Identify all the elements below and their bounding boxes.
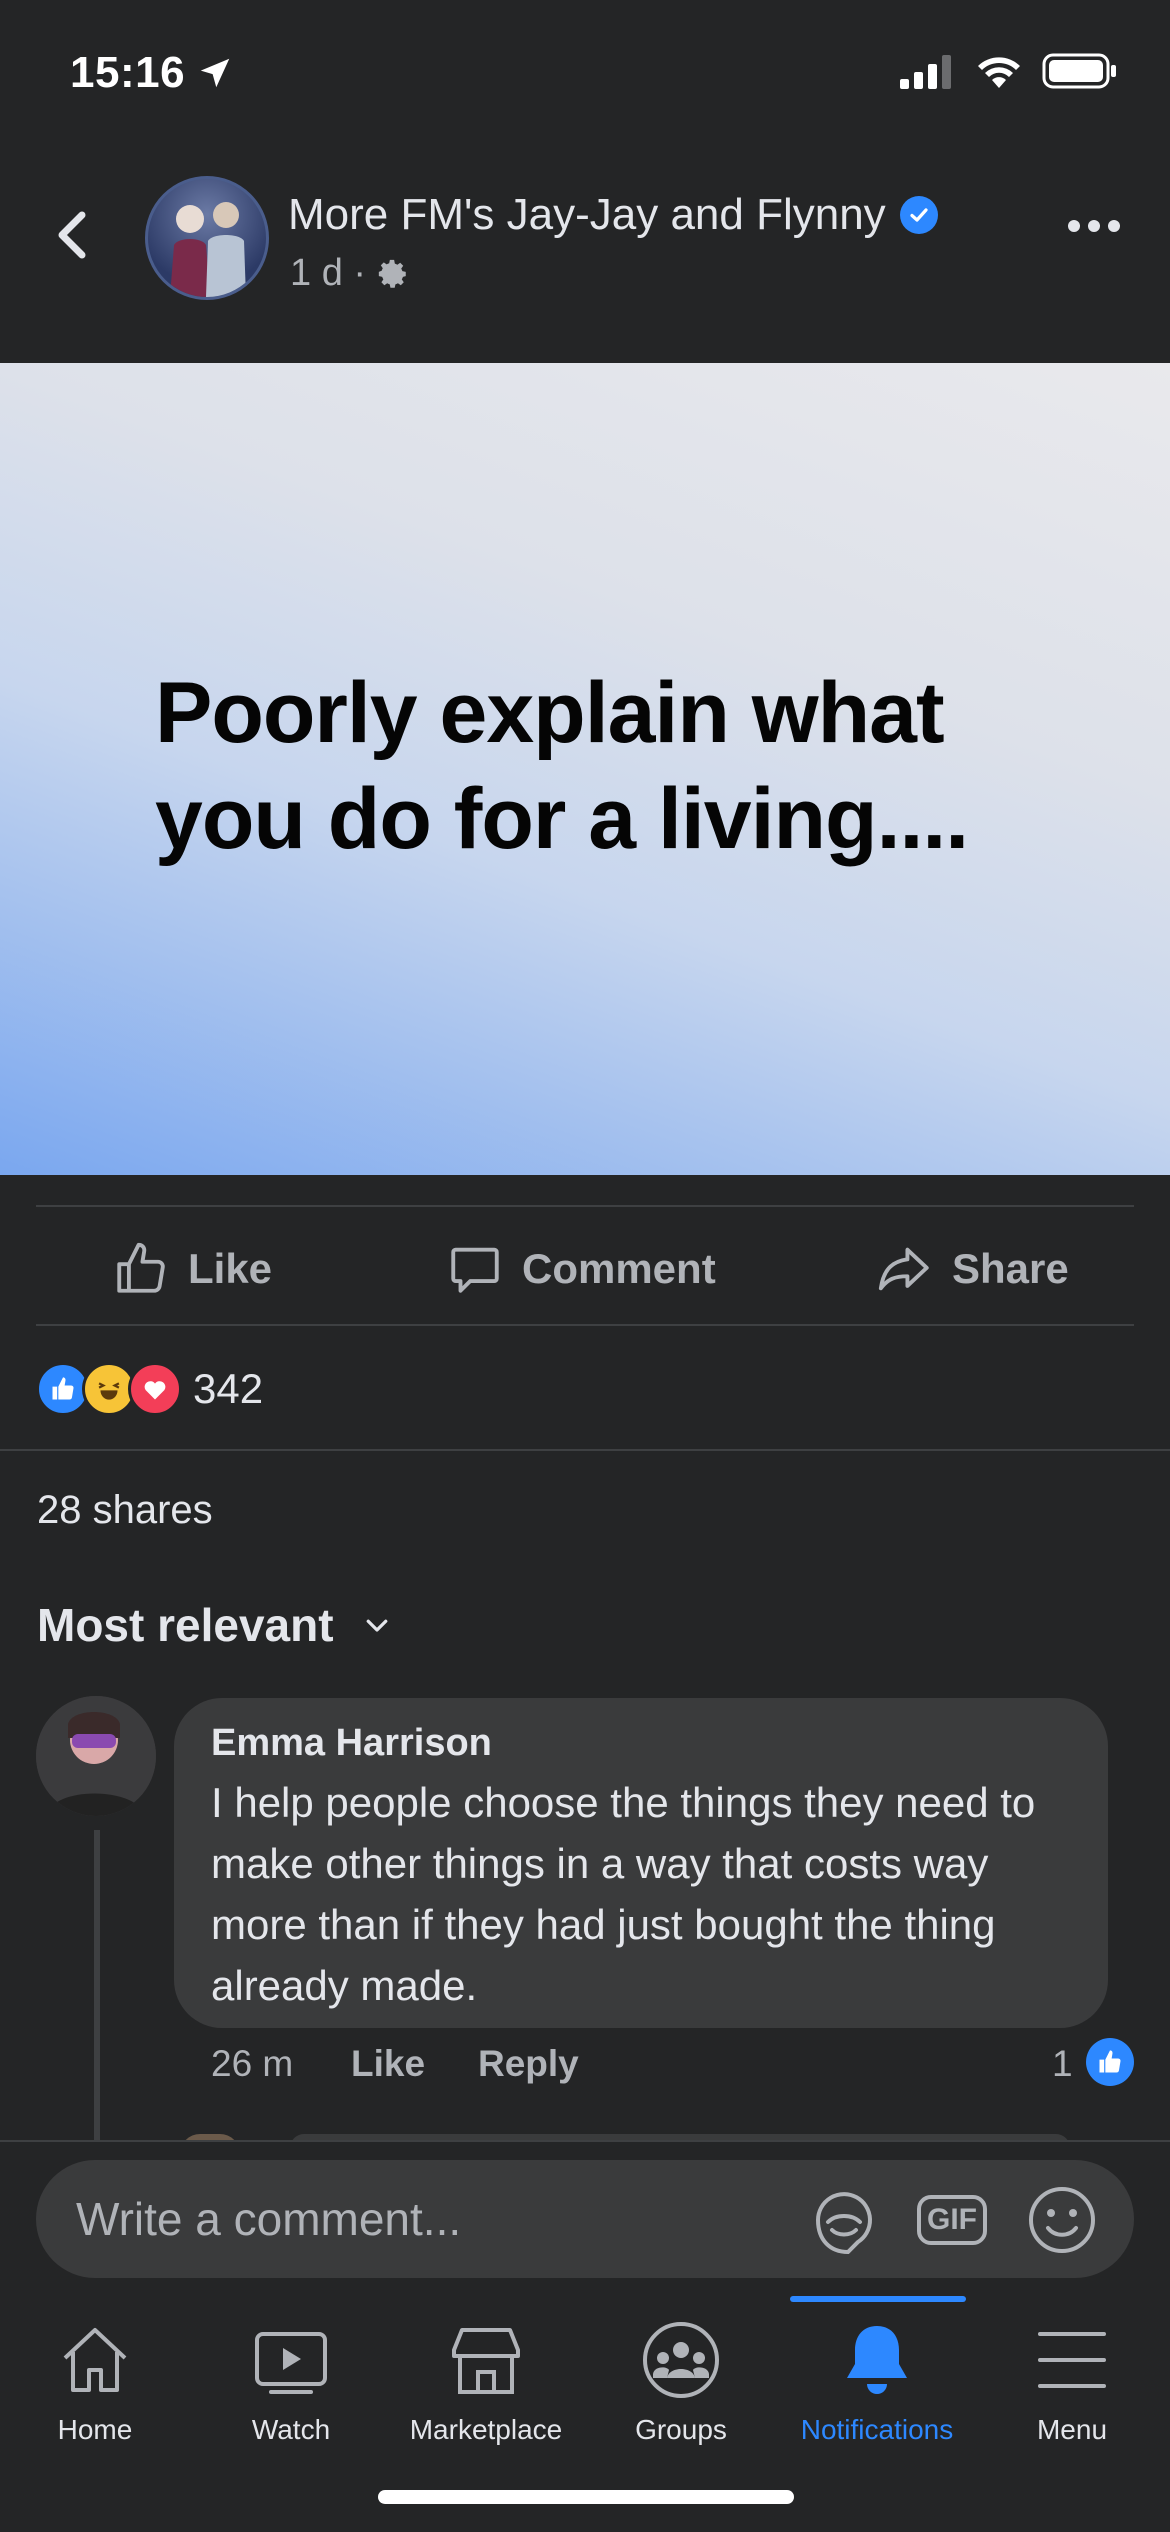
comment-text: I help people choose the things they nee… — [211, 1779, 1036, 2009]
tab-notifications[interactable]: Notifications — [777, 2320, 977, 2446]
wifi-icon — [978, 57, 1020, 88]
post-meta: 1 d · — [290, 252, 410, 295]
share-arrow-icon — [878, 1247, 929, 1291]
post-text: Poorly explain what you do for a living.… — [155, 665, 969, 867]
signal-icon — [900, 55, 951, 89]
groups-icon — [643, 2322, 719, 2398]
location-arrow-icon — [196, 54, 234, 97]
comment-like-button[interactable]: Like — [351, 2043, 425, 2085]
thread-line — [94, 1830, 100, 2142]
status-indicators — [900, 52, 1118, 90]
page-name-text[interactable]: More FM's Jay-Jay and Flynny — [288, 190, 886, 240]
emoji-icon[interactable] — [1024, 2182, 1100, 2258]
tab-home[interactable]: Home — [0, 2320, 195, 2446]
gear-icon — [378, 259, 406, 288]
tab-marketplace[interactable]: Marketplace — [386, 2320, 586, 2446]
page-title[interactable]: More FM's Jay-Jay and Flynny — [288, 190, 938, 240]
divider — [0, 1449, 1170, 1451]
tab-label: Home — [57, 2414, 133, 2445]
post-time: 1 d · — [290, 252, 367, 294]
reaction-count[interactable]: 342 — [193, 1365, 263, 1413]
gif-label: GIF — [917, 2195, 987, 2245]
gif-button[interactable]: GIF — [914, 2182, 990, 2258]
tab-watch[interactable]: Watch — [191, 2320, 391, 2446]
bell-icon — [847, 2326, 907, 2394]
page-avatar[interactable] — [145, 176, 269, 300]
comment-reply-button[interactable]: Reply — [478, 2043, 579, 2085]
comment-button[interactable]: Comment — [446, 1240, 716, 1298]
love-reaction-icon — [128, 1362, 182, 1416]
more-dot-icon — [1068, 220, 1080, 232]
back-button[interactable] — [48, 205, 98, 265]
comment-input[interactable] — [74, 2186, 778, 2252]
share-button[interactable]: Share — [876, 1240, 1069, 1298]
comment-bubble-icon — [451, 1247, 499, 1293]
status-time: 15:16 — [70, 48, 186, 97]
comment-time: 26 m — [211, 2043, 294, 2084]
active-tab-indicator — [790, 2296, 966, 2302]
like-button[interactable]: Like — [112, 1240, 272, 1298]
like-label: Like — [188, 1245, 273, 1292]
divider — [36, 1205, 1134, 1207]
comment-like-count: 1 — [1052, 2043, 1073, 2084]
chevron-left-icon — [58, 211, 86, 259]
thumbs-up-icon — [117, 1242, 165, 1293]
home-indicator — [378, 2490, 794, 2504]
verified-badge-icon — [899, 196, 938, 234]
sort-label: Most relevant — [37, 1599, 334, 1651]
more-options-button[interactable] — [1068, 220, 1120, 232]
tab-label: Notifications — [800, 2414, 954, 2445]
tab-groups[interactable]: Groups — [581, 2320, 781, 2446]
comment-label: Comment — [522, 1245, 716, 1292]
chevron-down-icon — [366, 1619, 387, 1632]
comment-author[interactable]: Emma Harrison — [211, 1722, 492, 1765]
tab-label: Menu — [1036, 2414, 1108, 2445]
shares-count[interactable]: 28 shares — [37, 1488, 213, 1533]
more-dot-icon — [1088, 220, 1100, 232]
divider — [36, 1324, 1134, 1326]
share-label: Share — [952, 1245, 1069, 1292]
comment-like-badge-icon — [1086, 2038, 1134, 2086]
tab-label: Groups — [635, 2414, 727, 2445]
tab-menu[interactable]: Menu — [972, 2320, 1170, 2446]
commenter-avatar[interactable] — [36, 1696, 156, 1816]
watch-icon — [255, 2332, 327, 2394]
more-dot-icon — [1108, 220, 1120, 232]
sticker-icon[interactable] — [806, 2182, 882, 2258]
reactions-summary[interactable] — [36, 1362, 182, 1416]
menu-icon — [1038, 2332, 1106, 2388]
comment-sort-dropdown[interactable]: Most relevant — [37, 1598, 392, 1652]
marketplace-icon — [452, 2328, 520, 2394]
tab-label: Watch — [251, 2414, 331, 2445]
battery-icon — [1042, 53, 1116, 89]
home-icon — [63, 2328, 127, 2392]
tab-label: Marketplace — [409, 2414, 563, 2445]
